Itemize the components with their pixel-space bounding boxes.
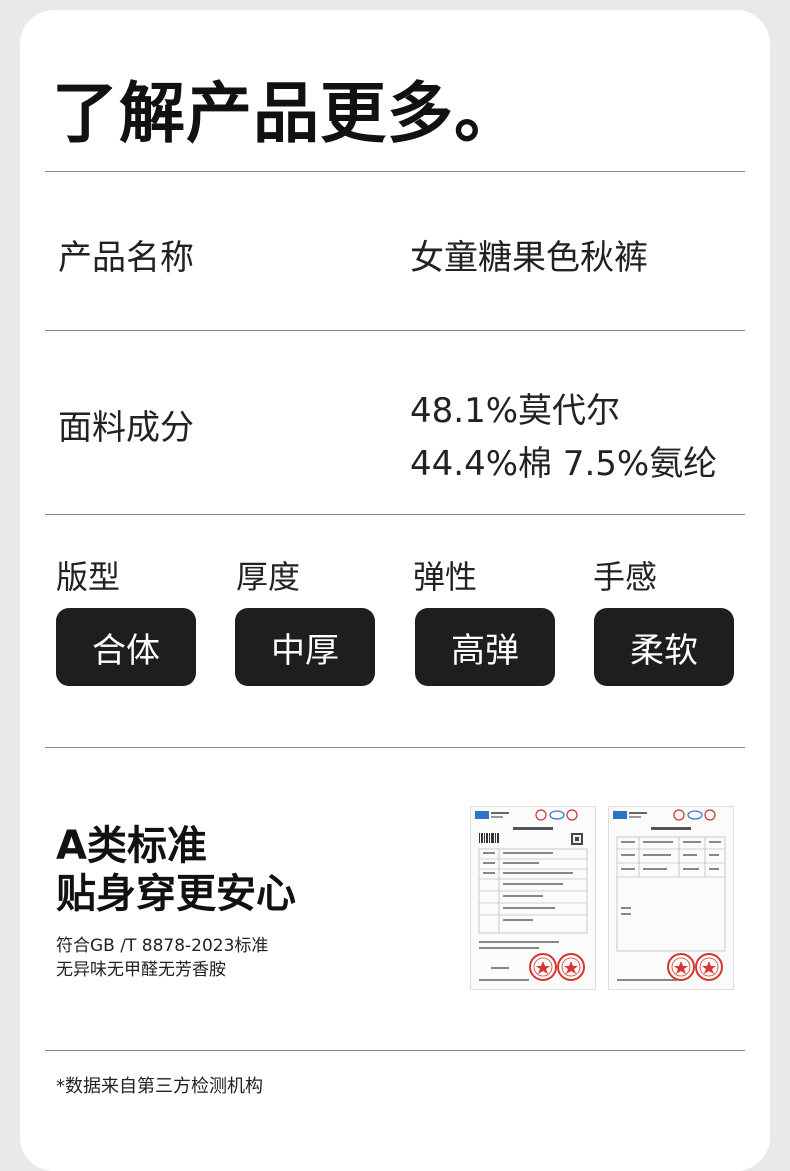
- product-name-label: 产品名称: [58, 238, 194, 278]
- fit-label: 版型: [56, 558, 121, 596]
- fabric-label: 面料成分: [58, 408, 194, 448]
- test-report-image: [608, 806, 734, 990]
- product-name-value: 女童糖果色秋裤: [410, 238, 648, 278]
- fabric-line-2: 44.4%棉 7.5%氨纶: [410, 444, 718, 484]
- test-report-document: [613, 809, 726, 981]
- test-report-image: [470, 806, 596, 990]
- standard-subtitle-line-2: 无异味无甲醛无芳香胺: [56, 960, 226, 980]
- elasticity-badge: 高弹: [415, 608, 555, 686]
- divider: [45, 330, 745, 331]
- standard-title-line-1: A类标准: [56, 823, 207, 869]
- divider: [45, 747, 745, 748]
- fit-badge: 合体: [56, 608, 196, 686]
- hand-feel-label: 手感: [593, 558, 658, 596]
- elasticity-label: 弹性: [413, 558, 478, 596]
- divider: [45, 514, 745, 515]
- standard-subtitle-line-1: 符合GB /T 8878-2023标准: [56, 936, 269, 956]
- product-info-card: [20, 10, 770, 1171]
- fabric-line-1: 48.1%莫代尔: [410, 391, 621, 431]
- thickness-label: 厚度: [236, 558, 301, 596]
- thickness-badge: 中厚: [235, 608, 375, 686]
- footnote: *数据来自第三方检测机构: [56, 1076, 263, 1097]
- divider: [45, 1050, 745, 1051]
- test-report-document: [475, 809, 588, 981]
- hand-feel-badge: 柔软: [594, 608, 734, 686]
- page-title: 了解产品更多。: [52, 75, 521, 152]
- standard-title-line-2: 贴身穿更安心: [56, 871, 296, 917]
- divider: [45, 171, 745, 172]
